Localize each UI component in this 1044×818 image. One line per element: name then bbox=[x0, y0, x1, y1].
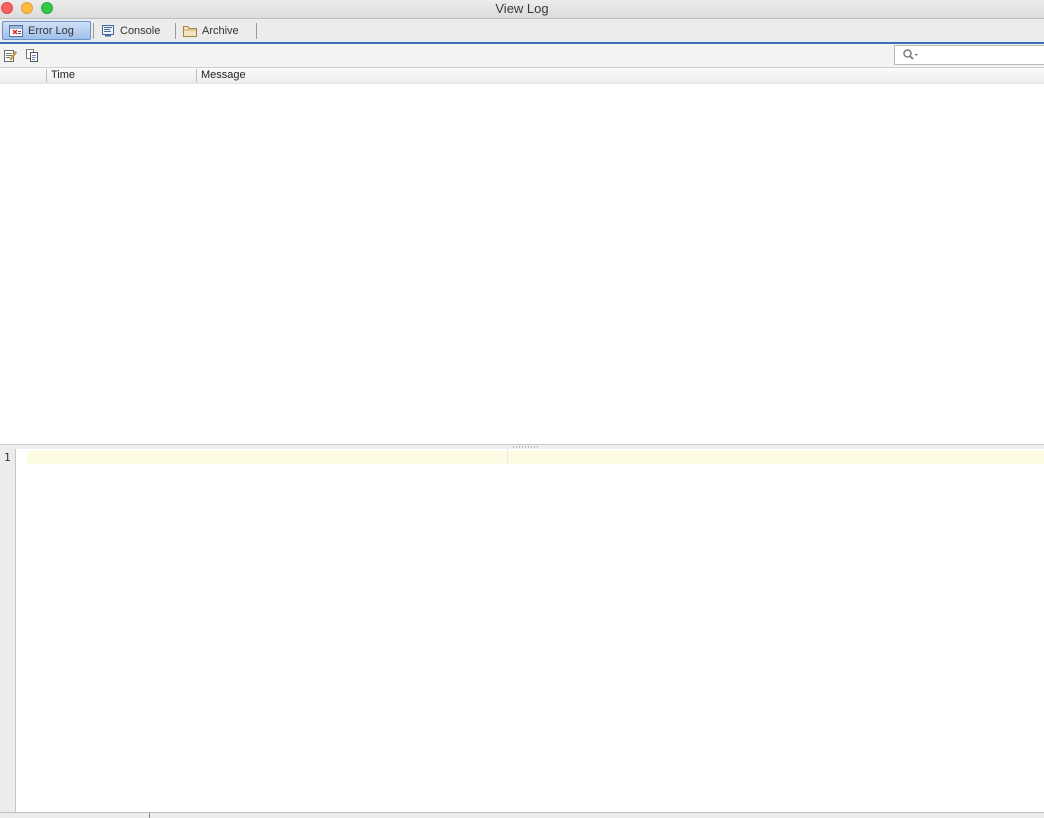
log-table-body[interactable] bbox=[0, 84, 1044, 444]
folder-icon bbox=[183, 25, 197, 37]
tab-label: Console bbox=[120, 24, 161, 37]
tab-label: Error Log bbox=[28, 24, 74, 37]
status-separator bbox=[149, 813, 150, 818]
error-log-icon bbox=[9, 24, 23, 37]
edit-notes-icon[interactable] bbox=[3, 48, 17, 62]
tab-console[interactable]: Console bbox=[95, 21, 173, 40]
tab-separator bbox=[93, 23, 94, 39]
column-header-time[interactable]: Time bbox=[46, 69, 196, 82]
column-header-message[interactable]: Message bbox=[196, 69, 1041, 82]
toolbar bbox=[0, 44, 1044, 68]
line-number: 1 bbox=[4, 451, 11, 464]
window-title: View Log bbox=[495, 1, 549, 16]
tab-separator bbox=[175, 23, 176, 39]
search-field[interactable] bbox=[894, 45, 1044, 65]
search-input[interactable] bbox=[921, 47, 1044, 65]
column-header-status[interactable] bbox=[0, 69, 45, 82]
search-icon bbox=[903, 49, 919, 64]
splitter-grip[interactable] bbox=[512, 446, 540, 448]
tab-label: Archive bbox=[202, 24, 239, 37]
title-bar: View Log bbox=[0, 0, 1044, 19]
right-margin-guide bbox=[507, 449, 508, 465]
tab-archive[interactable]: Archive bbox=[177, 21, 255, 40]
tab-separator bbox=[256, 23, 257, 39]
log-table-header: Time Message bbox=[0, 68, 1044, 84]
tab-bar: Error Log Console Archive bbox=[0, 19, 1044, 44]
console-icon bbox=[101, 24, 115, 37]
tab-error-log[interactable]: Error Log bbox=[2, 21, 91, 40]
line-number-gutter: 1 bbox=[0, 449, 16, 812]
log-detail-editor[interactable]: 1 bbox=[0, 449, 1044, 812]
status-bar bbox=[0, 812, 1044, 818]
current-line-highlight bbox=[27, 451, 1044, 464]
copy-icon[interactable] bbox=[25, 48, 39, 62]
